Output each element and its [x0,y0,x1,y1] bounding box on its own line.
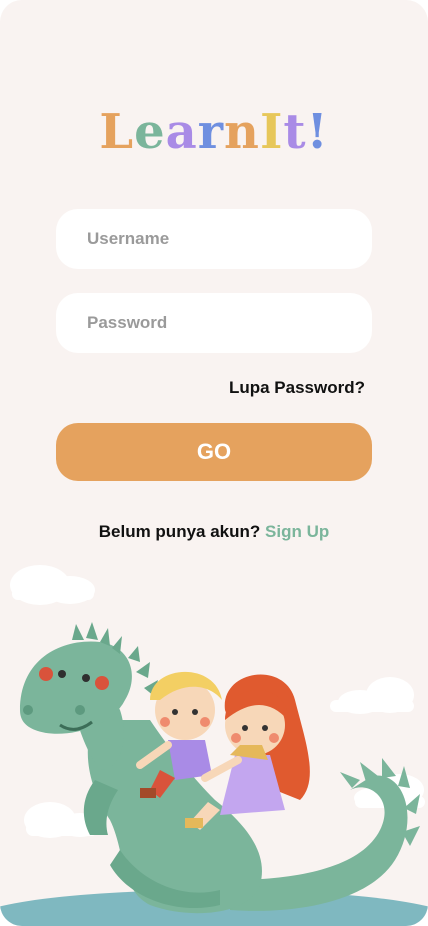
dragon-kids-illustration [0,565,428,926]
signup-link[interactable]: Sign Up [265,522,329,541]
go-button[interactable]: GO [56,423,372,481]
logo-letter: r [197,104,225,160]
cloud-icon [330,677,414,714]
logo-letter: I [259,104,284,160]
signup-prompt-row: Belum punya akun? Sign Up [0,522,428,542]
app-logo: LearnIt! [0,104,428,160]
logo-letter: a [165,104,198,160]
logo-letter: t [283,104,307,160]
logo-letter: ! [306,104,329,160]
dragon-eye-right [95,676,109,690]
logo-letter: L [99,104,135,160]
cloud-icon [10,565,95,605]
signup-prompt-text: Belum punya akun? [98,522,261,541]
dragon-eye-left [39,667,53,681]
logo-letter: e [134,104,166,160]
password-input[interactable] [56,293,372,353]
forgot-password-link[interactable]: Lupa Password? [229,378,365,398]
login-screen: LearnIt! Lupa Password? GO Belum punya a… [0,0,428,926]
logo-letter: n [224,104,260,160]
username-input[interactable] [56,209,372,269]
